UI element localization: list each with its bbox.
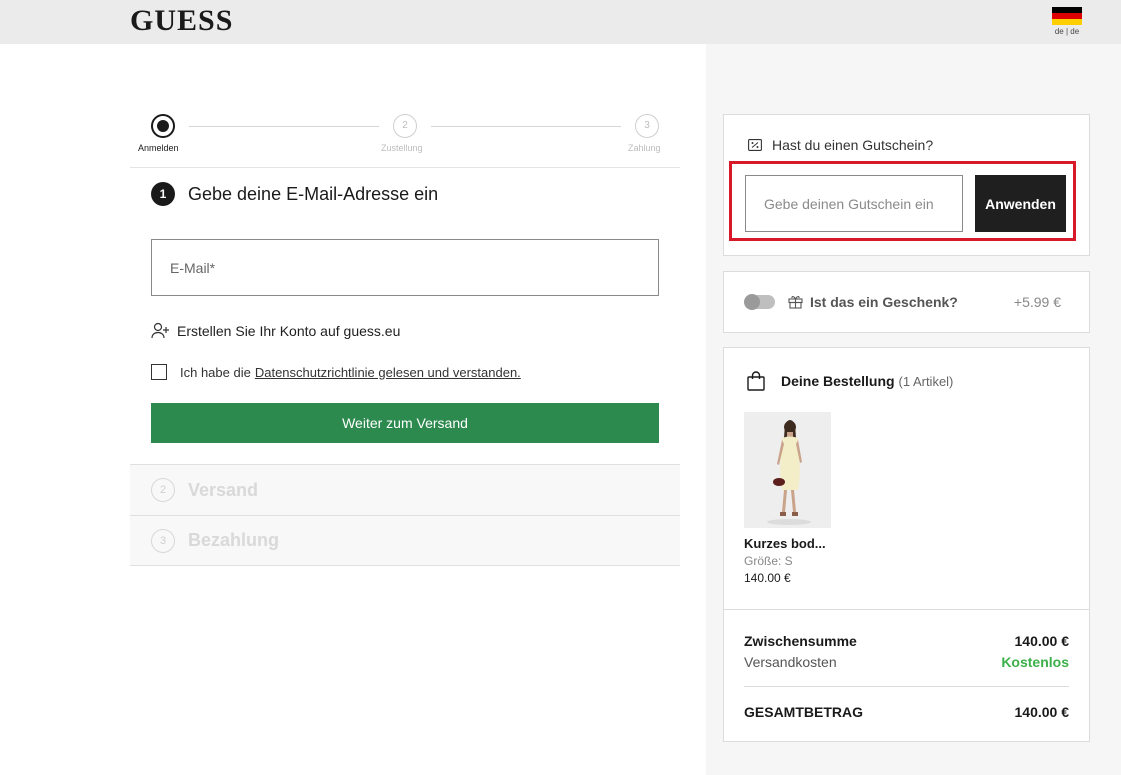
step-3-label: Zahlung xyxy=(628,143,661,153)
section-number-badge: 2 xyxy=(151,478,175,502)
shopping-bag-icon xyxy=(747,371,765,391)
divider xyxy=(744,686,1069,687)
order-summary-panel: Deine Bestellung (1 Artikel) Kurzes bod.… xyxy=(723,347,1090,742)
privacy-policy-link[interactable]: Datenschutzrichtlinie gelesen und versta… xyxy=(255,365,521,380)
step-2-indicator: 2 xyxy=(393,114,417,138)
create-account-label: Erstellen Sie Ihr Konto auf guess.eu xyxy=(177,323,401,339)
divider xyxy=(724,609,1089,610)
coupon-panel: Hast du einen Gutschein? Anwenden xyxy=(723,114,1090,256)
subtotal-row: Zwischensumme 140.00 € xyxy=(744,633,1069,649)
coupon-icon xyxy=(748,139,762,151)
coupon-input[interactable] xyxy=(745,175,963,232)
coupon-heading: Hast du einen Gutschein? xyxy=(748,137,933,153)
gift-icon xyxy=(788,296,803,309)
subtotal-value: 140.00 € xyxy=(1014,633,1070,649)
product-photo-dress xyxy=(744,412,831,528)
total-row: GESAMTBETRAG 140.00 € xyxy=(744,704,1069,720)
language-selector[interactable]: de | de xyxy=(1051,27,1083,36)
coupon-heading-label: Hast du einen Gutschein? xyxy=(772,137,934,153)
shipping-label: Versandkosten xyxy=(744,654,837,670)
step-2-label: Zustellung xyxy=(381,143,423,153)
product-name[interactable]: Kurzes bod... xyxy=(744,536,826,551)
gift-panel: Ist das ein Geschenk? +5.99 € xyxy=(723,271,1090,333)
guess-logo[interactable]: GUESS xyxy=(130,4,233,38)
total-label: GESAMTBETRAG xyxy=(744,704,863,720)
section-number-badge: 3 xyxy=(151,528,175,553)
section-title: Versand xyxy=(188,479,259,500)
product-image[interactable] xyxy=(744,412,831,528)
product-size: Größe: S xyxy=(744,554,793,568)
subtotal-label: Zwischensumme xyxy=(744,633,857,649)
section-title: Gebe deine E-Mail-Adresse ein xyxy=(188,184,439,204)
privacy-text: Ich habe die xyxy=(180,364,251,380)
order-title-label: Deine Bestellung xyxy=(781,373,895,389)
product-price: 140.00 € xyxy=(744,571,791,585)
add-user-icon xyxy=(151,322,169,339)
header: GUESS de | de xyxy=(0,0,1121,44)
germany-flag-icon[interactable] xyxy=(1052,7,1082,25)
section-number-badge: 1 xyxy=(151,182,175,206)
order-item-count: (1 Artikel) xyxy=(898,374,954,389)
email-field[interactable] xyxy=(151,239,659,296)
order-title: Deine Bestellung (1 Artikel) xyxy=(781,373,953,389)
privacy-consent: Ich habe die Datenschutzrichtlinie geles… xyxy=(151,364,521,380)
step-1-label: Anmelden xyxy=(138,143,179,153)
step-1-indicator xyxy=(151,114,175,138)
shipping-value: Kostenlos xyxy=(1001,654,1069,670)
payment-section-header: 3 Bezahlung xyxy=(130,515,680,566)
apply-coupon-button[interactable]: Anwenden xyxy=(975,175,1066,232)
section-title: Bezahlung xyxy=(188,530,280,550)
shipping-section-header: 2 Versand xyxy=(130,464,680,515)
privacy-checkbox[interactable] xyxy=(151,364,167,380)
shipping-row: Versandkosten Kostenlos xyxy=(744,654,1069,670)
step-3-indicator: 3 xyxy=(635,114,659,138)
step-connector xyxy=(431,126,621,127)
step-connector xyxy=(189,126,379,127)
gift-label: Ist das ein Geschenk? xyxy=(810,294,958,310)
total-value: 140.00 € xyxy=(1014,704,1070,720)
create-account-link[interactable]: Erstellen Sie Ihr Konto auf guess.eu xyxy=(151,321,400,341)
checkout-stepper: 2 3 Anmelden Zustellung Zahlung xyxy=(130,112,680,168)
continue-to-shipping-button[interactable]: Weiter zum Versand xyxy=(151,403,659,443)
gift-toggle[interactable] xyxy=(744,294,775,310)
gift-price: +5.99 € xyxy=(1013,294,1061,310)
